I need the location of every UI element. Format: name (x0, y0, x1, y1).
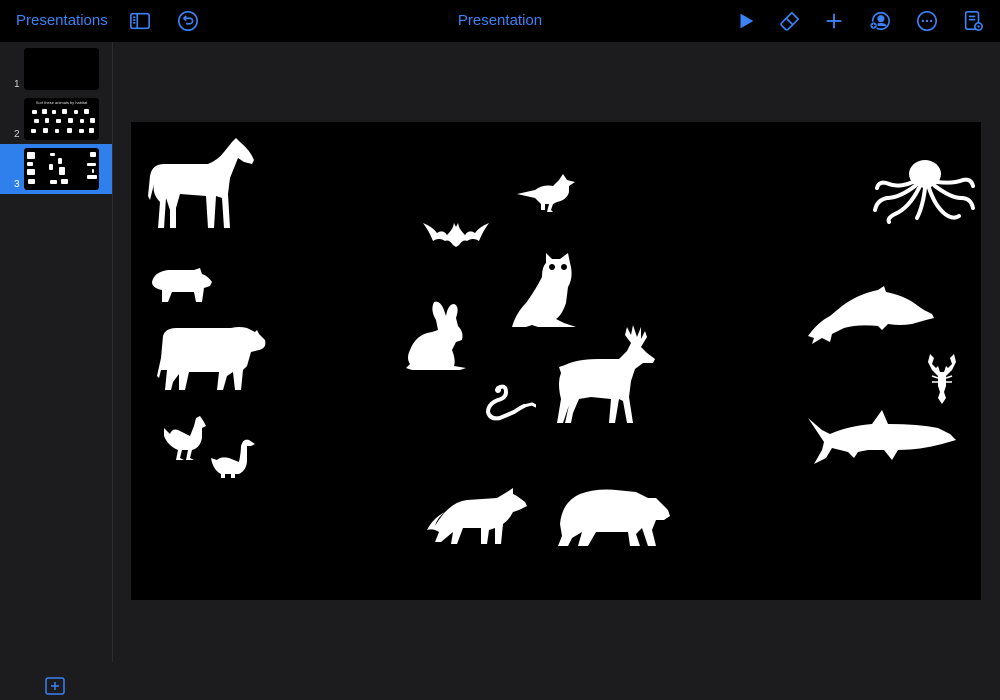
animal-icon (49, 164, 53, 170)
animal-icon (27, 152, 35, 159)
animal-icon (50, 180, 57, 184)
cow-icon[interactable] (157, 326, 267, 392)
snake-icon[interactable] (484, 384, 536, 422)
collaborate-icon[interactable] (868, 9, 892, 33)
animal-icon (27, 169, 35, 175)
slide-preview (24, 48, 99, 90)
animal-icon (61, 179, 68, 184)
horse-icon[interactable] (146, 136, 256, 229)
animal-icon (56, 119, 61, 123)
pig-icon[interactable] (150, 268, 213, 303)
animal-icon (62, 109, 67, 114)
animal-icon (87, 163, 96, 166)
rabbit-icon[interactable] (404, 300, 470, 370)
wolf-icon[interactable] (427, 488, 527, 546)
animal-icon (90, 118, 95, 123)
slide-caption: Sort these animals by habitat (35, 100, 88, 105)
slide-navigator: 1 2 Sort these animals by habitat 3 (0, 42, 113, 695)
animal-icon (34, 119, 39, 123)
animal-icon (90, 152, 96, 157)
slide-thumbnail-1[interactable]: 1 (0, 44, 112, 94)
animal-icon (89, 128, 94, 133)
animal-icon (87, 175, 97, 179)
animal-icon (31, 129, 36, 133)
animal-icon (74, 110, 78, 114)
animal-icon (68, 118, 73, 123)
animal-icon (67, 128, 72, 133)
slide-preview (24, 148, 99, 190)
animal-icon (58, 158, 62, 164)
animal-icon (80, 119, 84, 123)
slide-preview: Sort these animals by habitat (24, 98, 99, 140)
animal-icon (28, 179, 35, 184)
slide-thumbnail-3[interactable]: 3 (0, 144, 112, 194)
goose-icon[interactable] (211, 438, 255, 478)
format-brush-icon[interactable] (778, 9, 802, 33)
document-title[interactable]: Presentation (0, 12, 1000, 29)
slide-number: 1 (14, 79, 20, 90)
animal-icon (27, 162, 33, 166)
document-options-icon[interactable] (961, 9, 985, 33)
bear-icon[interactable] (556, 488, 672, 548)
slide-number: 3 (14, 179, 20, 190)
animal-icon (52, 110, 56, 114)
more-icon[interactable] (915, 9, 939, 33)
animal-icon (59, 167, 65, 175)
animal-icon (42, 109, 47, 114)
add-slide-button[interactable] (45, 677, 65, 695)
slide-canvas[interactable] (131, 122, 981, 600)
dolphin-icon[interactable] (808, 286, 934, 344)
animal-icon (79, 129, 84, 133)
animal-icon (43, 128, 48, 133)
slide-thumbnail-2[interactable]: 2 Sort these animals by habitat (0, 94, 112, 144)
add-icon[interactable] (822, 9, 846, 33)
animal-icon (45, 118, 49, 123)
animal-icon (55, 129, 59, 133)
animal-icon (92, 169, 94, 173)
chicken-icon[interactable] (162, 416, 207, 460)
slide-number: 2 (14, 129, 20, 140)
animal-icon (32, 110, 37, 114)
octopus-icon[interactable] (873, 158, 975, 224)
animal-icon (84, 109, 89, 114)
bat-icon[interactable] (423, 221, 489, 247)
bird-icon[interactable] (517, 174, 577, 212)
shark-icon[interactable] (808, 410, 956, 466)
lobster-icon[interactable] (928, 354, 956, 404)
play-icon[interactable] (734, 9, 758, 33)
owl-icon[interactable] (512, 253, 578, 328)
animal-icon (50, 153, 55, 156)
deer-icon[interactable] (555, 323, 659, 425)
top-toolbar: Presentations Presentation (0, 0, 1000, 42)
